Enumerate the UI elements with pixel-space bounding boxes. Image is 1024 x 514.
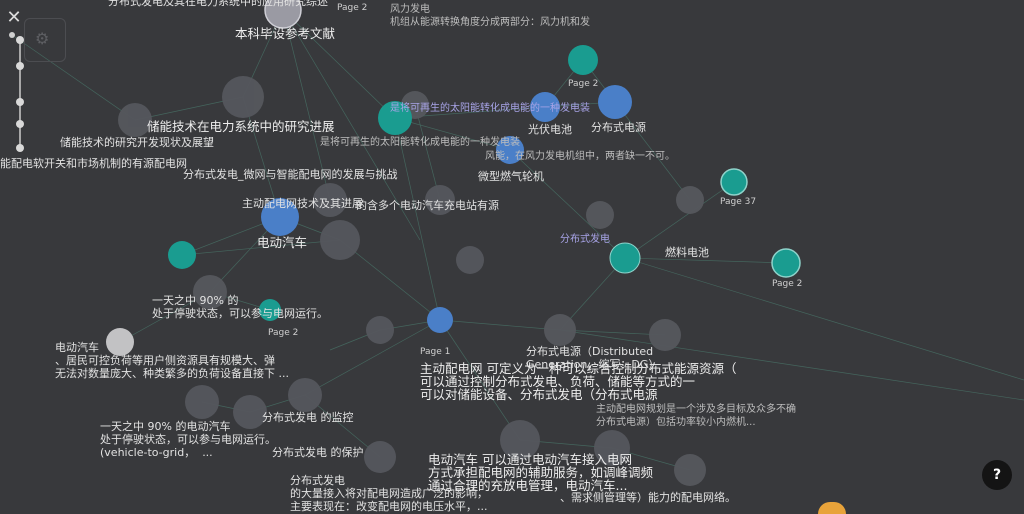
node-label: 燃料电池 (665, 246, 709, 259)
graph-node-topic[interactable] (598, 85, 632, 119)
node-label: 微型燃气轮机 (478, 170, 544, 183)
node-label: 分布式发电及其在电力系统中的应用研究综述 (108, 0, 328, 8)
graph-node-topic[interactable] (427, 307, 453, 333)
node-label: 一天之中 90% 的 处于停驶状态，可以参与电网运行。 (152, 294, 328, 320)
graph-node[interactable] (674, 454, 706, 486)
node-label: 是将可再生的太阳能转化成电能的一种发电装 (320, 137, 520, 148)
node-label: 能配电软开关和市场机制的有源配电网 (0, 157, 187, 170)
node-label: 分布式发电_微网与智能配电网的发展与挑战 (183, 168, 398, 181)
zoom-slider-handle[interactable] (16, 36, 24, 44)
node-label: 分布式发电 的监控 (262, 411, 354, 424)
node-label: 储能技术的研究开发现状及展望 (60, 136, 214, 149)
node-label: Page 1 (420, 347, 451, 357)
graph-node[interactable] (544, 314, 576, 346)
close-icon[interactable]: ✕ (4, 8, 24, 28)
node-label: Page 2 (268, 328, 299, 338)
graph-node[interactable] (288, 378, 322, 412)
gear-icon: ⚙ (35, 29, 50, 48)
node-label: 是将可再生的太阳能转化成电能的一种发电装 (390, 103, 590, 114)
node-label: 电动汽车 可以通过电动汽车接入电网 方式承担配电网的辅助服务，如调峰调频 通过合… (428, 452, 654, 493)
help-button[interactable]: ? (982, 460, 1012, 490)
graph-node-page[interactable] (720, 168, 748, 196)
node-label: Page 2 (568, 79, 599, 89)
graph-node-page[interactable] (168, 241, 196, 269)
node-label: 分布式电源（Distributed Generation，缩写：DG） (526, 345, 660, 371)
node-label: 一天之中 90% 的电动汽车 处于停驶状态，可以参与电网运行。 (vehicle… (100, 420, 276, 459)
node-label: 分布式发电 (560, 234, 610, 245)
graph-node-page[interactable] (771, 248, 801, 278)
node-label: 主动配电网技术及其进展 (242, 197, 363, 210)
graph-node[interactable] (456, 246, 484, 274)
zoom-slider-stop[interactable] (16, 144, 24, 152)
graph-node-page[interactable] (568, 45, 598, 75)
node-label: 光伏电池 (528, 123, 572, 136)
node-label: 分布式电源 (591, 121, 646, 134)
node-label: 的含多个电动汽车充电站有源 (356, 199, 499, 212)
graph-node[interactable] (320, 220, 360, 260)
node-label: 本科毕设参考文献 (235, 26, 336, 41)
graph-node[interactable] (366, 316, 394, 344)
zoom-slider-stop[interactable] (16, 62, 24, 70)
node-label: 电动汽车 、居民可控负荷等用户侧资源具有规模大、弹 无法对数量庞大、种类繁多的负… (55, 341, 289, 380)
node-label: 分布式发电 的保护 (272, 446, 364, 459)
graph-node-tiny[interactable] (9, 32, 15, 38)
node-label: Page 2 (772, 279, 803, 289)
node-label: 主动配电网规划是一个涉及多目标及众多不确 分布式电源）包括功率较小内燃机... (596, 404, 796, 428)
node-label: Page 2 (337, 3, 368, 13)
graph-node[interactable] (364, 441, 396, 473)
graph-node-page[interactable] (609, 242, 641, 274)
node-label: 、需求侧管理等）能力的配电网络。 (560, 491, 736, 504)
node-label: Page 37 (720, 197, 757, 207)
settings-button[interactable]: ⚙ (24, 18, 66, 62)
zoom-slider-track[interactable] (19, 40, 21, 150)
node-label: 风能，在风力发电机组中，两者缺一不可。 (485, 151, 675, 162)
node-label: 风力发电 机组从能源转换角度分成两部分：风力机和发 (390, 4, 590, 28)
graph-node[interactable] (185, 385, 219, 419)
graph-node[interactable] (586, 201, 614, 229)
graph-node[interactable] (676, 186, 704, 214)
node-label: 电动汽车 (257, 235, 308, 250)
zoom-slider-stop[interactable] (16, 98, 24, 106)
graph-node[interactable] (222, 76, 264, 118)
zoom-slider-stop[interactable] (16, 120, 24, 128)
node-label: 储能技术在电力系统中的研究进展 (147, 119, 335, 134)
